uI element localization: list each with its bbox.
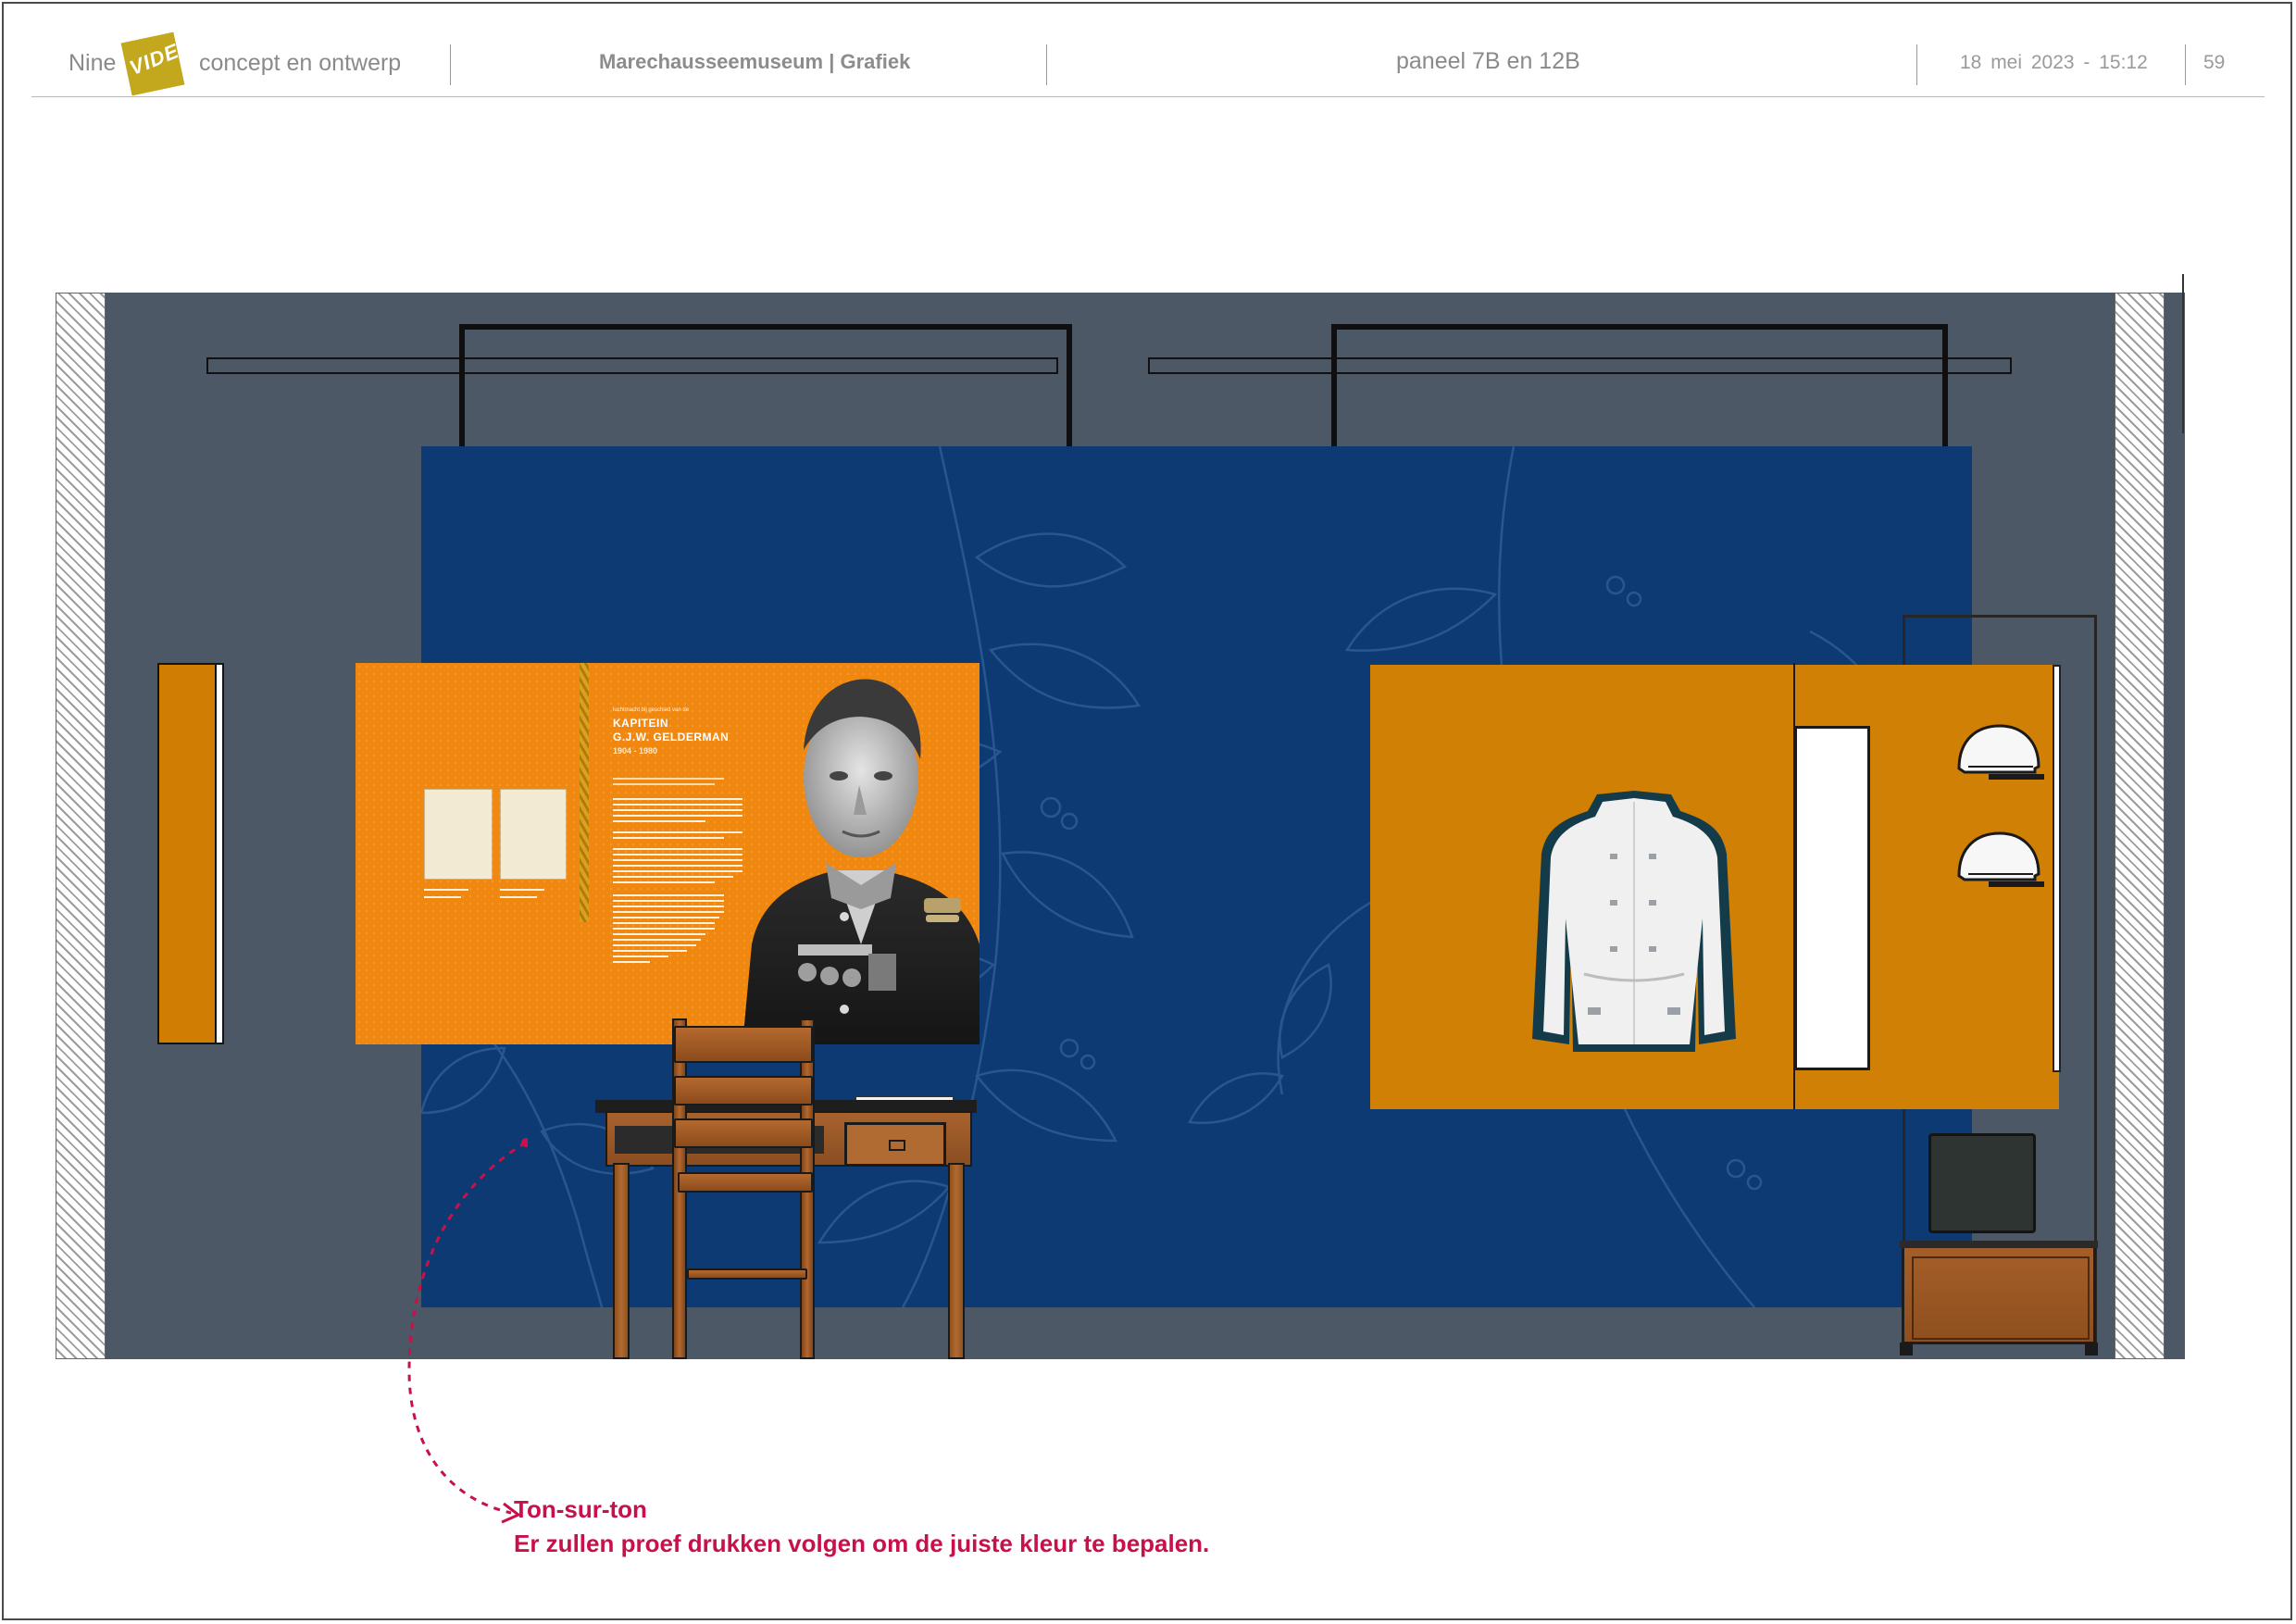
cabinet-base (1902, 1241, 2096, 1344)
wall-end-line (2182, 274, 2184, 433)
white-uniform-jacket (1532, 791, 1736, 1052)
document-image-2 (500, 789, 567, 880)
helmet-icon (1957, 724, 2044, 780)
caption-line (500, 896, 537, 898)
chair-seat (678, 1172, 813, 1193)
helmet-icon (1957, 831, 2044, 887)
annotation-text: Er zullen proef drukken volgen om de jui… (514, 1530, 1210, 1557)
cabinet-foot (2085, 1343, 2098, 1355)
left-wall-section (56, 293, 106, 1359)
desk-leg (948, 1163, 965, 1359)
logo-text-right: concept en ontwerp (199, 50, 402, 76)
hanging-frame-right (1331, 324, 1948, 446)
desk-leg (613, 1163, 630, 1359)
cabinet-top (1900, 1241, 2098, 1248)
panel-title: KAPITEIN G.J.W. GELDERMAN (613, 717, 730, 743)
header-divider (450, 44, 451, 85)
page-header: Nine VIDE concept en ontwerp Marechausse… (28, 28, 2268, 96)
right-wall-section (2115, 293, 2165, 1359)
header-divider (2185, 44, 2186, 85)
chair-slat (674, 1026, 813, 1063)
caption-line (424, 889, 468, 891)
document-image-1 (424, 789, 493, 880)
hanging-frame-left (459, 324, 1072, 446)
panel-eyebrow: luchtmacht bij geschied van de (613, 707, 690, 713)
aiguillette-cord (580, 663, 589, 922)
chair-slat (674, 1076, 813, 1106)
logo-badge: VIDE (120, 31, 185, 96)
narrow-side-panel (157, 663, 224, 1044)
caption-line (500, 889, 544, 891)
monitor-screen (1928, 1133, 2036, 1233)
chair-rung (687, 1268, 807, 1280)
showcase-side-glass (2053, 665, 2061, 1072)
panel-years: 1904 - 1980 (613, 746, 658, 756)
chair-slat (674, 1118, 813, 1148)
annotation-title: Ton-sur-ton (514, 1495, 647, 1523)
header-divider (1046, 44, 1047, 85)
date-time: 18 mei 2023 - 15:12 (1960, 52, 2148, 73)
annotation-note: Ton-sur-ton Er zullen proef drukken volg… (514, 1493, 1209, 1561)
panel-title: paneel 7B en 12B (1396, 48, 1580, 74)
client-title: Marechausseemuseum | Grafiek (599, 50, 911, 73)
drawer-handle (889, 1140, 905, 1151)
caption-line (424, 896, 461, 898)
header-rule (31, 96, 2265, 97)
header-divider (1916, 44, 1917, 85)
logo-badge-text: VIDE (126, 39, 182, 81)
portrait-photo (742, 679, 980, 1044)
cabinet-foot (1900, 1343, 1913, 1355)
logo-text-left: Nine (69, 50, 117, 76)
annotation-arrow (407, 1138, 528, 1524)
desk-drawer (844, 1122, 946, 1167)
page-number: 59 (2203, 52, 2226, 73)
white-info-plinth (1794, 726, 1870, 1070)
info-panel-gelderman: luchtmacht bij geschied van de KAPITEIN … (356, 663, 980, 1044)
